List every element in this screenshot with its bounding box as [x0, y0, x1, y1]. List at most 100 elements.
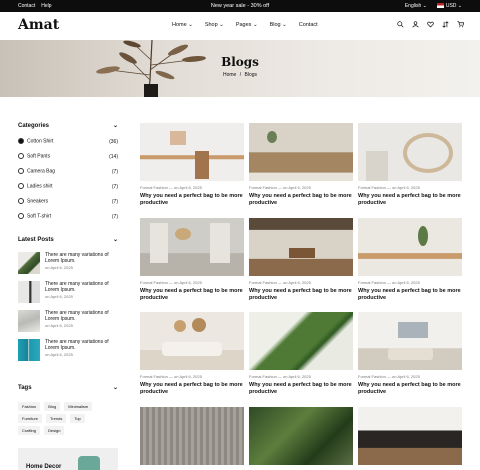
breadcrumb-home[interactable]: Home [223, 72, 236, 78]
tag-blog[interactable]: Blog [44, 402, 61, 411]
chevron-down-icon: ⌄ [112, 123, 118, 129]
currency-select[interactable]: USD ⌄ [436, 3, 462, 9]
post-meta: Formal Fashion — on April 6, 2025 [140, 280, 202, 285]
category-item[interactable]: Sneakers (7) [18, 194, 118, 209]
post-image [358, 407, 462, 465]
blog-card[interactable] [140, 407, 244, 465]
breadcrumb: Home / Blogs [0, 72, 480, 78]
post-image [358, 218, 462, 276]
post-image [140, 123, 244, 181]
post-image [249, 407, 353, 465]
post-meta: Formal Fashion — on April 6, 2025 [249, 280, 311, 285]
main-menu: Home ⌄ Shop ⌄ Pages ⌄ Blog ⌄ Contact [172, 22, 318, 28]
post-title[interactable]: Why you need a perfect bag to be more pr… [358, 193, 462, 207]
blog-card[interactable] [249, 407, 353, 465]
category-item[interactable]: Camera Bag (7) [18, 164, 118, 179]
post-title[interactable]: Why you need a perfect bag to be more pr… [140, 193, 244, 207]
latest-post-item[interactable]: There are many variations of Lorem Ipsum… [18, 339, 118, 368]
breadcrumb-current: Blogs [244, 72, 258, 78]
radio-icon [18, 153, 24, 160]
user-icon[interactable] [412, 21, 419, 28]
post-meta: Formal Fashion — on April 6, 2025 [249, 374, 311, 379]
post-image [358, 123, 462, 181]
category-item[interactable]: Cotton Shirt (36) [18, 134, 118, 149]
page-hero: Blogs Home / Blogs [0, 40, 480, 97]
compare-icon[interactable] [442, 21, 449, 28]
tags-header[interactable]: Tags ⌄ [18, 384, 118, 392]
menu-item-shop[interactable]: Shop ⌄ [205, 22, 224, 28]
post-meta: Formal Fashion — on April 6, 2025 [358, 374, 420, 379]
blog-card[interactable]: Formal Fashion — on April 6, 2025 Why yo… [358, 312, 462, 396]
post-title[interactable]: Why you need a perfect bag to be more pr… [249, 288, 353, 302]
tag-trends[interactable]: Trends [46, 414, 67, 423]
post-title[interactable]: Why you need a perfect bag to be more pr… [358, 382, 462, 396]
latest-post-item[interactable]: There are many variations of Lorem Ipsum… [18, 281, 118, 310]
tag-crafting[interactable]: Crafting [18, 426, 41, 435]
blog-card[interactable]: Formal Fashion — on April 6, 2025 Why yo… [140, 312, 244, 396]
category-item[interactable]: Ladies shirt (7) [18, 179, 118, 194]
post-thumbnail [18, 252, 40, 274]
promo-title: Home Decor [26, 464, 62, 470]
menu-item-home[interactable]: Home ⌄ [172, 22, 193, 28]
post-thumbnail [18, 339, 40, 361]
tag-design[interactable]: Design [44, 426, 65, 435]
tag-furniture[interactable]: Furniture [18, 414, 43, 423]
tag-fashion[interactable]: Fashion [18, 402, 41, 411]
menu-item-pages[interactable]: Pages ⌄ [236, 22, 258, 28]
post-image [249, 123, 353, 181]
promo-banner[interactable]: Home Decor [18, 448, 118, 470]
blog-card[interactable]: Formal Fashion — on April 6, 2025 Why yo… [140, 218, 244, 302]
post-title[interactable]: Why you need a perfect bag to be more pr… [140, 382, 244, 396]
cart-icon[interactable] [457, 21, 464, 28]
blog-card[interactable]: Formal Fashion — on April 6, 2025 Why yo… [249, 312, 353, 396]
category-item[interactable]: Soft T-shirt (7) [18, 209, 118, 224]
post-title[interactable]: Why you need a perfect bag to be more pr… [358, 288, 462, 302]
post-image [140, 407, 244, 465]
us-flag-icon [436, 3, 444, 9]
blog-card[interactable]: Formal Fashion — on April 6, 2025 Why yo… [140, 123, 244, 207]
blog-card[interactable]: Formal Fashion — on April 6, 2025 Why yo… [249, 218, 353, 302]
post-image [358, 312, 462, 370]
radio-checked-icon [18, 138, 24, 145]
categories-section: Categories ⌄ [18, 122, 118, 130]
menu-item-contact[interactable]: Contact [299, 22, 318, 28]
blog-card[interactable] [358, 407, 462, 465]
promo-vase [78, 456, 100, 470]
post-title[interactable]: Why you need a perfect bag to be more pr… [249, 382, 353, 396]
categories-header[interactable]: Categories ⌄ [18, 122, 118, 130]
latest-post-item[interactable]: There are many variations of Lorem Ipsum… [18, 252, 118, 281]
chevron-down-icon: ⌄ [112, 237, 118, 243]
search-icon[interactable] [397, 21, 404, 28]
post-meta: Formal Fashion — on April 6, 2025 [358, 185, 420, 190]
post-meta: Formal Fashion — on April 6, 2025 [249, 185, 311, 190]
post-thumbnail [18, 310, 40, 332]
radio-icon [18, 198, 24, 205]
tag-top[interactable]: Top [70, 414, 85, 423]
tags-list: Fashion Blog Minimalism Furniture Trends… [18, 402, 118, 435]
post-image [249, 312, 353, 370]
logo[interactable]: Amat [18, 17, 59, 33]
latest-post-item[interactable]: There are many variations of Lorem Ipsum… [18, 310, 118, 339]
post-meta: Formal Fashion — on April 6, 2025 [358, 280, 420, 285]
post-image [140, 218, 244, 276]
radio-icon [18, 183, 24, 190]
post-meta: Formal Fashion — on April 6, 2025 [140, 185, 202, 190]
post-title[interactable]: Why you need a perfect bag to be more pr… [249, 193, 353, 207]
latest-posts-list: There are many variations of Lorem Ipsum… [18, 252, 118, 368]
post-image [249, 218, 353, 276]
wishlist-heart-icon[interactable] [427, 21, 434, 28]
menu-item-blog[interactable]: Blog ⌄ [270, 22, 287, 28]
category-list: Cotton Shirt (36) Soft Pants (14) Camera B… [18, 134, 118, 224]
post-title[interactable]: Why you need a perfect bag to be more pr… [140, 288, 244, 302]
category-item[interactable]: Soft Pants (14) [18, 149, 118, 164]
top-bar: Contact Help New year sale - 30% off Eng… [0, 0, 480, 12]
radio-icon [18, 213, 24, 220]
radio-icon [18, 168, 24, 175]
main-header: Amat Home ⌄ Shop ⌄ Pages ⌄ Blog ⌄ Contac… [0, 12, 480, 40]
blog-card[interactable]: Formal Fashion — on April 6, 2025 Why yo… [249, 123, 353, 207]
latest-posts-header[interactable]: Latest Posts ⌄ [18, 236, 118, 244]
blog-card[interactable]: Formal Fashion — on April 6, 2025 Why yo… [358, 123, 462, 207]
tag-minimalism[interactable]: Minimalism [64, 402, 93, 411]
language-select[interactable]: English ⌄ [405, 3, 427, 9]
blog-card[interactable]: Formal Fashion — on April 6, 2025 Why yo… [358, 218, 462, 302]
